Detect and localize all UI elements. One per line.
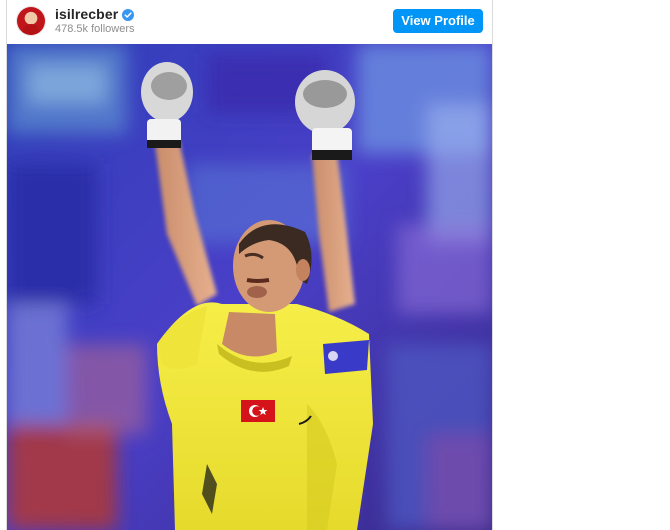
- post-photo[interactable]: [7, 44, 492, 530]
- post-header: isilrecber 478.5k followers View Profile: [7, 0, 492, 44]
- follower-count: 478.5k followers: [55, 23, 135, 35]
- name-row: isilrecber: [55, 6, 135, 22]
- view-profile-button[interactable]: View Profile: [393, 9, 483, 33]
- instagram-embed: isilrecber 478.5k followers View Profile: [6, 0, 493, 530]
- goalkeeper-celebrating-image: [7, 44, 492, 530]
- username[interactable]: isilrecber: [55, 6, 118, 22]
- turkish-flag-patch: [241, 400, 275, 422]
- verified-badge-icon: [122, 8, 135, 21]
- profile-avatar[interactable]: [17, 7, 45, 35]
